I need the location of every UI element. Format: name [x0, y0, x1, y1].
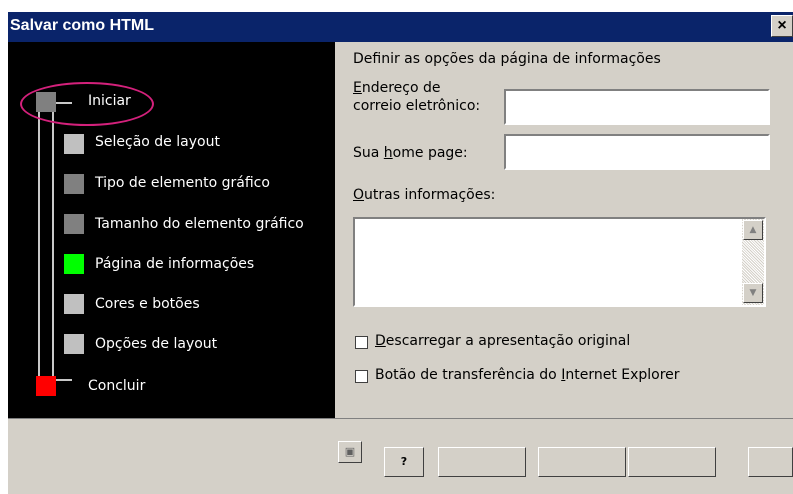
- download-original-label[interactable]: Descarregar a apresentação original: [375, 333, 630, 349]
- presentation-icon-button[interactable]: ▣: [338, 441, 362, 463]
- scroll-up-icon: ▲: [749, 225, 757, 235]
- ie-button-checkbox[interactable]: [355, 370, 368, 383]
- step-tamanho-grafico[interactable]: Tamanho do elemento gráfico: [95, 216, 304, 232]
- next-button[interactable]: [628, 447, 716, 477]
- wizard-steps-panel: Iniciar Seleção de layout Tipo de elemen…: [8, 42, 335, 418]
- other-info-textarea[interactable]: ▲ ▼: [353, 217, 766, 307]
- step-selecao-layout[interactable]: Seleção de layout: [95, 134, 220, 150]
- scroll-up-button[interactable]: ▲: [743, 220, 763, 240]
- email-field[interactable]: [504, 89, 770, 125]
- save-as-html-dialog: Salvar como HTML × Iniciar Seleção de la…: [8, 12, 793, 494]
- finish-button[interactable]: [748, 447, 793, 477]
- textarea-scrollbar[interactable]: ▲ ▼: [742, 219, 764, 305]
- presentation-icon: ▣: [344, 445, 356, 458]
- cancel-button[interactable]: [438, 447, 526, 477]
- step-tipo-grafico-icon: [64, 174, 84, 194]
- window-title: Salvar como HTML: [10, 17, 155, 34]
- email-label: Endereço de: [353, 80, 441, 96]
- email-label-line2: correio eletrônico:: [353, 98, 481, 114]
- step-tree-line: [52, 102, 54, 380]
- step-tree-line-outer: [38, 102, 40, 380]
- step-concluir-icon: [36, 376, 56, 396]
- close-icon: ×: [777, 17, 787, 34]
- step-pagina-informacoes-icon: [64, 254, 84, 274]
- other-info-label: Outras informações:: [353, 187, 496, 203]
- step-cores-botoes[interactable]: Cores e botões: [95, 296, 200, 312]
- ie-button-label[interactable]: Botão de transferência do Internet Explo…: [375, 367, 680, 383]
- scroll-down-icon: ▼: [749, 288, 757, 298]
- homepage-label: Sua home page:: [353, 145, 468, 161]
- scroll-down-button[interactable]: ▼: [743, 283, 763, 303]
- step-pagina-informacoes[interactable]: Página de informações: [95, 256, 254, 272]
- step-opcoes-layout[interactable]: Opções de layout: [95, 336, 217, 352]
- step-cores-botoes-icon: [64, 294, 84, 314]
- title-bar[interactable]: Salvar como HTML ×: [8, 12, 793, 42]
- homepage-field[interactable]: [504, 134, 770, 170]
- button-bar: ▣ ?: [8, 418, 793, 494]
- section-heading: Definir as opções da página de informaçõ…: [353, 51, 661, 67]
- step-tamanho-grafico-icon: [64, 214, 84, 234]
- help-button[interactable]: ?: [384, 447, 424, 477]
- step-selecao-layout-icon: [64, 134, 84, 154]
- step-tipo-grafico[interactable]: Tipo de elemento gráfico: [95, 175, 270, 191]
- help-icon: ?: [400, 455, 408, 468]
- info-page-options: Definir as opções da página de informaçõ…: [335, 42, 793, 418]
- step-opcoes-layout-icon: [64, 334, 84, 354]
- close-button[interactable]: ×: [771, 15, 793, 37]
- highlight-oval: [20, 82, 154, 126]
- back-button[interactable]: [538, 447, 626, 477]
- step-concluir[interactable]: Concluir: [88, 378, 145, 394]
- download-original-checkbox[interactable]: [355, 336, 368, 349]
